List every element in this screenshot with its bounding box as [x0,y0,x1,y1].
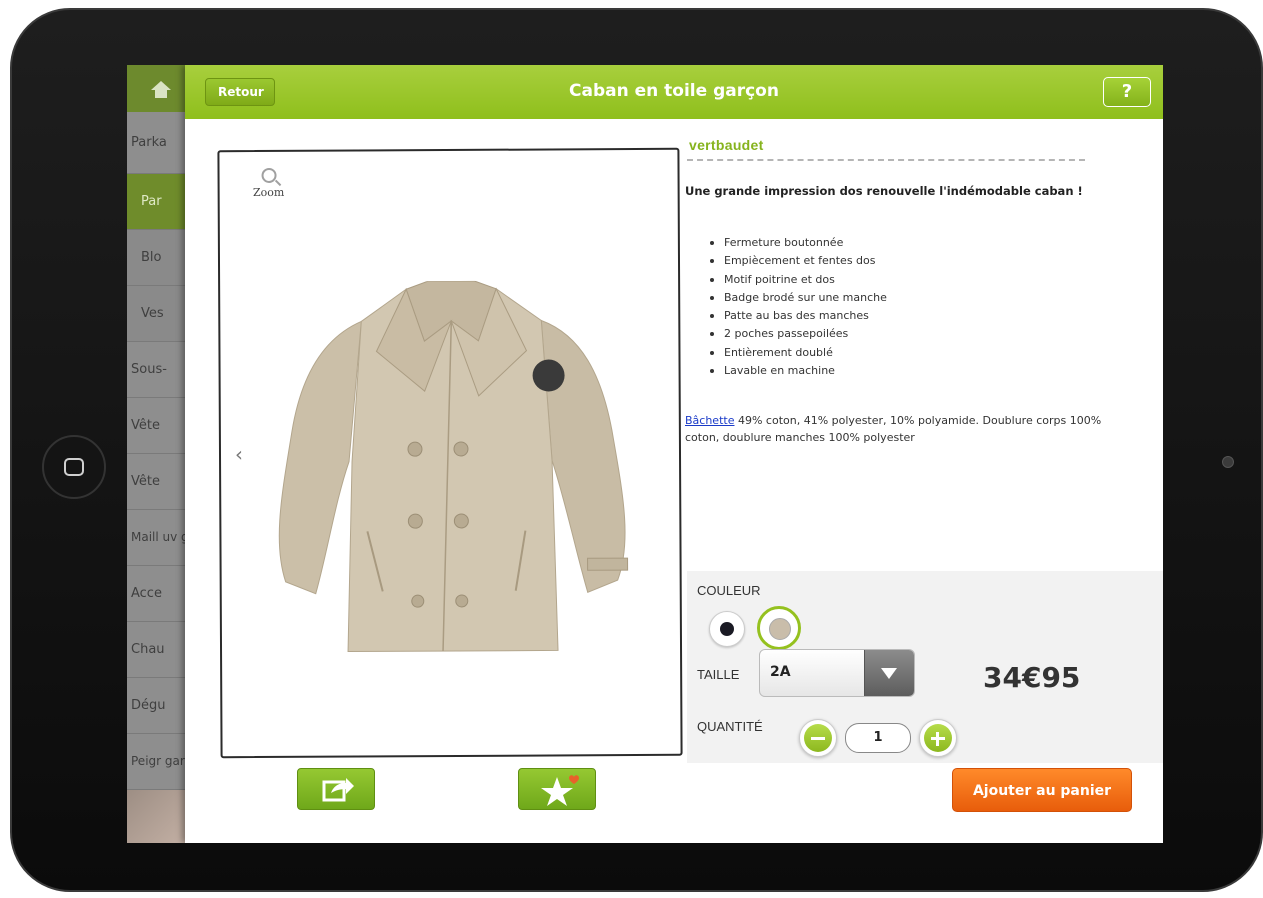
divider [687,159,1085,161]
list-item: Badge brodé sur une manche [710,289,887,307]
share-button[interactable] [297,768,375,810]
minus-icon [811,737,825,740]
home-button[interactable] [42,435,106,499]
list-item: Entièrement doublé [710,344,887,362]
share-icon [322,778,354,802]
quantity-input[interactable]: 1 [845,723,911,753]
star-icon [541,775,579,806]
add-to-cart-button[interactable]: Ajouter au panier [952,768,1132,812]
feature-list: Fermeture boutonnée Empiècement et fente… [710,234,887,380]
size-select[interactable]: 2A [759,649,915,697]
list-item: 2 poches passepoilées [710,325,887,343]
magnifier-icon [261,167,277,183]
increase-quantity-button[interactable] [919,719,957,757]
list-item: Patte au bas des manches [710,307,887,325]
home-icon [151,81,171,90]
list-item: Empiècement et fentes dos [710,252,887,270]
product-photo [278,280,629,653]
list-item: Fermeture boutonnée [710,234,887,252]
options-panel: COULEUR TAILLE 2A 34€95 QUANTITÉ 1 [687,571,1163,763]
chevron-down-icon [864,650,914,696]
price: 34€95 [983,661,1081,694]
previous-image-arrow[interactable]: ‹ [235,442,243,466]
help-button[interactable]: ? [1103,77,1151,107]
home-button-icon [64,458,84,476]
color-swatch-beige-selected[interactable] [757,606,801,650]
product-headline: Une grande impression dos renouvelle l'i… [685,184,1083,198]
size-label: TAILLE [697,667,740,682]
quantity-label: QUANTITÉ [697,719,763,734]
color-label: COULEUR [697,583,761,598]
product-modal: Retour Caban en toile garçon ? Zoom ‹ ve… [185,65,1163,843]
favorite-button[interactable] [518,768,596,810]
product-image-frame: Zoom ‹ [217,147,683,759]
title-bar: Retour Caban en toile garçon ? [185,65,1163,119]
list-item: Lavable en machine [710,362,887,380]
zoom-button[interactable]: Zoom [244,167,294,199]
material-link[interactable]: Bâchette [685,414,734,427]
decrease-quantity-button[interactable] [799,719,837,757]
list-item: Motif poitrine et dos [710,271,887,289]
app-screen: Parka Par Blo Ves Sous- Vête Vête Maill … [127,65,1163,843]
page-title: Caban en toile garçon [569,81,779,101]
front-camera [1222,456,1234,468]
color-swatch-black[interactable] [709,611,745,647]
brand-logo: vertbaudet [689,137,764,153]
composition-text: Bâchette 49% coton, 41% polyester, 10% p… [685,414,1102,444]
